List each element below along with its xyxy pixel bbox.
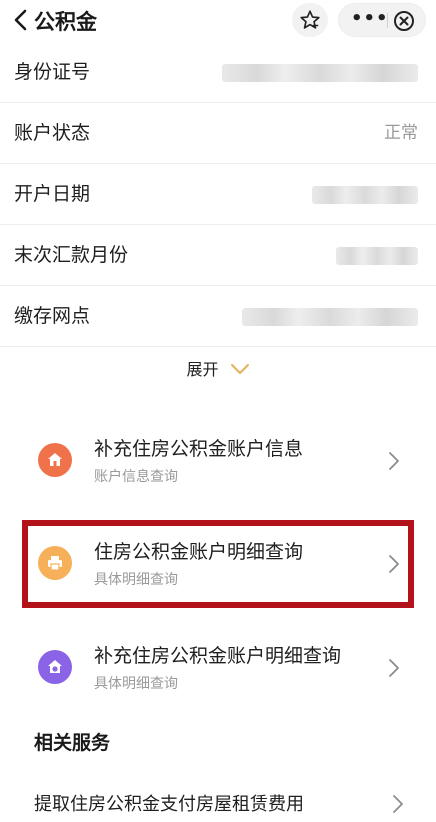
info-row-deposit-branch: 缴存网点	[0, 286, 436, 347]
info-row-account-status: 账户状态 正常	[0, 103, 436, 164]
star-outline-icon	[300, 10, 320, 29]
info-value: 正常	[384, 123, 418, 143]
related-service-item[interactable]: 提取住房公积金支付房屋租赁费用	[0, 778, 436, 822]
page-title: 公积金	[34, 10, 97, 34]
blurred-value	[242, 308, 418, 326]
card-subtitle: 具体明细查询	[94, 676, 178, 692]
mini-program-capsule: •••	[338, 3, 426, 37]
house-icon	[38, 443, 72, 477]
card-title: 补充住房公积金账户信息	[94, 438, 304, 460]
favorite-button[interactable]	[292, 3, 328, 37]
info-label: 末次汇款月份	[14, 244, 129, 266]
chevron-right-icon	[393, 795, 403, 813]
info-row-last-remit-month: 末次汇款月份	[0, 225, 436, 286]
expand-label: 展开	[186, 360, 219, 379]
blurred-value	[312, 186, 418, 204]
card-title: 补充住房公积金账户明细查询	[94, 645, 342, 667]
close-circle-icon[interactable]	[393, 10, 415, 32]
info-row-open-date: 开户日期	[0, 164, 436, 225]
chevron-down-icon	[230, 364, 249, 374]
info-label: 缴存网点	[14, 305, 91, 327]
house-money-icon	[38, 650, 72, 684]
highlight-box	[22, 520, 414, 608]
card-supplementary-account-info[interactable]: 补充住房公积金账户信息 账户信息查询	[22, 418, 414, 504]
info-label: 身份证号	[14, 61, 91, 83]
info-label: 开户日期	[14, 183, 91, 205]
more-dots-icon[interactable]: •••	[351, 4, 389, 36]
related-service-label: 提取住房公积金支付房屋租赁费用	[34, 794, 304, 815]
card-subtitle: 账户信息查询	[94, 469, 178, 485]
chevron-right-icon	[389, 659, 399, 677]
card-supplementary-detail-query[interactable]: 补充住房公积金账户明细查询 具体明细查询	[22, 625, 414, 711]
info-row-id-number: 身份证号	[0, 42, 436, 103]
info-label: 账户状态	[14, 122, 91, 144]
section-title-related-services: 相关服务	[34, 732, 111, 754]
capsule-divider	[387, 13, 388, 28]
expand-toggle[interactable]: 展开	[0, 348, 436, 392]
blurred-value	[222, 64, 418, 82]
header-bar: 公积金 •••	[0, 0, 436, 42]
chevron-right-icon	[389, 452, 399, 470]
chevron-left-icon[interactable]	[10, 8, 32, 32]
blurred-value	[336, 247, 418, 265]
